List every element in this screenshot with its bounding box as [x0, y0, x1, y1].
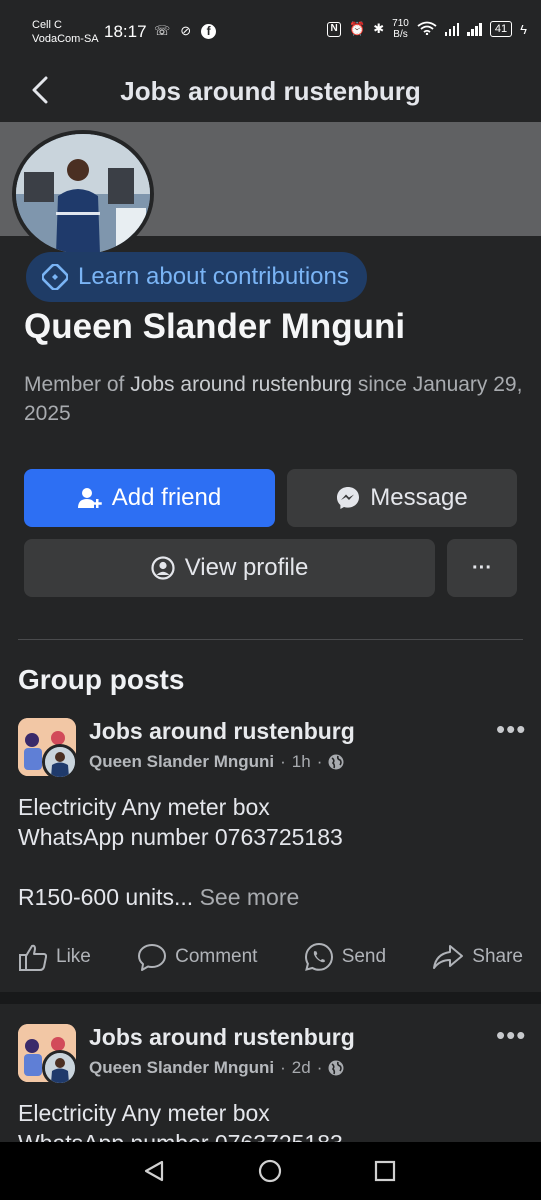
member-name: Queen Slander Mnguni — [24, 307, 406, 346]
nav-home-icon — [258, 1159, 282, 1183]
system-icons: N ⏰ ✱ 710 B/s 41 ϟ — [327, 18, 527, 40]
missed-call-icon: ☏ — [154, 23, 171, 38]
nav-recents-button[interactable] — [374, 1160, 396, 1187]
add-friend-button[interactable]: Add friend — [24, 469, 275, 527]
post-author[interactable]: Queen Slander Mnguni — [89, 1058, 274, 1078]
meta-dot: · — [316, 1058, 323, 1077]
network-speed: 710 B/s — [392, 18, 409, 40]
post-line: R150-600 units... See more — [18, 882, 518, 912]
post-meta: Queen Slander Mnguni · 1h · — [89, 752, 344, 772]
post-meta: Queen Slander Mnguni · 2d · — [89, 1058, 344, 1078]
post-card: Jobs around rustenburg Queen Slander Mng… — [18, 714, 525, 971]
post-actions: Like Comment Send Share — [18, 942, 523, 972]
globe-icon — [328, 754, 344, 770]
globe-icon — [328, 1060, 344, 1076]
post-line: Electricity Any meter box — [18, 1100, 270, 1126]
message-label: Message — [370, 484, 468, 511]
carrier-line-2: VodaCom-SA — [32, 33, 99, 45]
network-speed-unit: B/s — [393, 29, 408, 40]
mute-icon: ⊘ — [180, 23, 192, 38]
signal-1-icon — [444, 22, 460, 36]
add-friend-label: Add friend — [111, 484, 222, 511]
meta-dot: · — [316, 752, 323, 771]
send-label: Send — [341, 946, 387, 967]
post-avatar[interactable] — [18, 1024, 78, 1086]
battery-indicator: 41 — [489, 21, 513, 37]
post-group-name[interactable]: Jobs around rustenburg — [89, 1024, 355, 1051]
post-group-name[interactable]: Jobs around rustenburg — [89, 718, 355, 745]
view-profile-button[interactable]: View profile — [24, 539, 435, 597]
post-avatar[interactable] — [18, 718, 78, 780]
post-time[interactable]: 1h — [292, 752, 311, 772]
share-label: Share — [472, 946, 523, 967]
meta-dot: · — [280, 1058, 286, 1077]
meta-dot: · — [280, 752, 286, 771]
carrier-line-1: Cell C — [32, 19, 62, 31]
nav-back-icon — [144, 1160, 164, 1182]
profile-icon — [151, 556, 175, 580]
post-line: Electricity Any meter box — [18, 794, 270, 820]
charging-icon: ϟ — [520, 21, 527, 37]
more-options-button[interactable]: ··· — [447, 539, 517, 597]
contributions-label: Learn about contributions — [78, 263, 349, 290]
view-profile-label: View profile — [184, 554, 309, 581]
status-time: 18:17 — [104, 22, 147, 41]
nfc-icon: N — [327, 21, 342, 37]
profile-avatar[interactable] — [12, 130, 154, 258]
status-bar: Cell C VodaCom-SA 18:17 ☏ ⊘ f N ⏰ ✱ 710 … — [0, 0, 541, 62]
messenger-icon — [337, 487, 360, 509]
top-app-bar: Jobs around rustenburg — [0, 62, 541, 120]
post-separator — [0, 992, 541, 1004]
whatsapp-icon — [304, 942, 333, 971]
post-time[interactable]: 2d — [292, 1058, 311, 1078]
share-icon — [433, 945, 464, 969]
author-avatar — [42, 744, 78, 780]
profile-picture — [16, 134, 150, 254]
share-button[interactable]: Share — [432, 943, 523, 971]
message-button[interactable]: Message — [287, 469, 517, 527]
like-label: Like — [56, 946, 91, 967]
facebook-notification-icon: f — [201, 23, 217, 39]
send-button[interactable]: Send — [304, 942, 386, 972]
contributions-icon — [42, 264, 68, 290]
bluetooth-icon: ✱ — [373, 21, 385, 36]
system-nav-bar — [0, 1142, 541, 1200]
membership-info: Member of Jobs around rustenburg since J… — [24, 370, 524, 428]
nav-back-button[interactable] — [142, 1159, 166, 1188]
notification-icons: ☏ ⊘ f — [154, 23, 217, 39]
see-more-link[interactable]: See more — [200, 884, 300, 910]
alarm-icon: ⏰ — [349, 21, 366, 36]
signal-2-icon — [467, 22, 482, 36]
member-group-link[interactable]: Jobs around rustenburg — [130, 373, 352, 396]
nav-recents-icon — [374, 1160, 396, 1182]
carrier-info: Cell C VodaCom-SA — [32, 18, 99, 46]
post-card: Jobs around rustenburg Queen Slander Mng… — [18, 1020, 525, 1156]
author-avatar — [42, 1050, 78, 1086]
post-author[interactable]: Queen Slander Mnguni — [89, 752, 274, 772]
group-posts-heading: Group posts — [18, 664, 185, 695]
comment-label: Comment — [175, 946, 258, 967]
more-icon: ··· — [472, 556, 492, 579]
post-line: WhatsApp number 0763725183 — [18, 824, 343, 850]
learn-contributions-button[interactable]: Learn about contributions — [26, 252, 367, 302]
page-title: Jobs around rustenburg — [120, 76, 421, 106]
like-button[interactable]: Like — [18, 943, 91, 971]
section-divider — [18, 639, 523, 640]
like-icon — [19, 944, 48, 971]
post-line-text: R150-600 units... — [18, 884, 194, 910]
comment-icon — [138, 944, 167, 971]
post-options-button[interactable]: ••• — [496, 1020, 526, 1051]
wifi-icon — [417, 21, 437, 38]
nav-home-button[interactable] — [258, 1159, 282, 1188]
comment-button[interactable]: Comment — [137, 943, 257, 971]
network-speed-value: 710 — [392, 18, 409, 29]
post-body: Electricity Any meter box WhatsApp numbe… — [18, 792, 518, 912]
member-prefix: Member of — [24, 373, 131, 396]
add-friend-icon — [77, 488, 102, 508]
post-options-button[interactable]: ••• — [496, 714, 526, 745]
